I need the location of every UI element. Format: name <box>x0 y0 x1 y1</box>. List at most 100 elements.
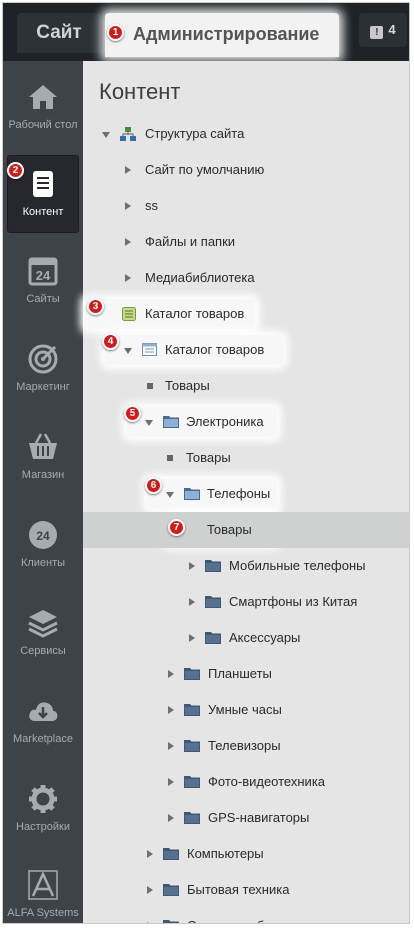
iblock-icon <box>142 343 157 356</box>
tree-item-computers[interactable]: Компьютеры <box>83 836 409 872</box>
top-bar: Сайт Администрирование ! 4 <box>3 3 409 61</box>
annotation-badge-4: 4 <box>102 333 119 350</box>
tree-item-gps[interactable]: GPS-навигаторы <box>83 800 409 836</box>
tree-item-appliances[interactable]: Бытовая техника <box>83 872 409 908</box>
home-icon <box>29 85 57 109</box>
expand-arrow-icon[interactable] <box>168 742 174 750</box>
sidebar-item-label: Контент <box>22 206 64 218</box>
annotation-badge-6: 6 <box>145 477 162 494</box>
annotation-badge-7: 7 <box>168 519 185 536</box>
tab-site[interactable]: Сайт <box>17 13 101 53</box>
notification-icon: ! <box>370 26 384 39</box>
collapse-arrow-icon[interactable] <box>145 420 153 426</box>
tree-item-photo-video[interactable]: Фото-видеотехника <box>83 764 409 800</box>
tree-item-label: Одежда и обувь <box>187 908 284 923</box>
tree-item-catalog-iblock[interactable]: Каталог товаров <box>83 332 409 368</box>
tree-item-products-selected[interactable]: Товары <box>83 512 409 548</box>
sidebar-item-desktop[interactable]: Рабочий стол <box>7 69 79 147</box>
tree-item-label: Товары <box>165 378 210 393</box>
folder-icon <box>163 848 179 860</box>
tree-item-smart-watches[interactable]: Умные часы <box>83 692 409 728</box>
sidebar-item-alfa[interactable]: ALFA Systems <box>7 857 79 923</box>
folder-icon <box>184 776 200 788</box>
layers-icon <box>28 610 58 638</box>
collapse-arrow-icon[interactable] <box>102 132 110 138</box>
document-icon <box>33 171 53 197</box>
tree-item-label: Медиабиблиотека <box>145 270 255 285</box>
tab-administration[interactable]: Администрирование <box>105 13 339 57</box>
tree-item-medialibrary[interactable]: Медиабиблиотека <box>83 260 409 296</box>
sidebar-item-label: Маркетинг <box>16 381 70 393</box>
expand-arrow-icon[interactable] <box>125 238 131 246</box>
notifications-button[interactable]: ! 4 <box>359 13 407 47</box>
sidebar-item-services[interactable]: Сервисы <box>7 595 79 673</box>
tree-item-label: Структура сайта <box>145 126 245 141</box>
expand-arrow-icon[interactable] <box>125 202 131 210</box>
sidebar-item-label: Marketplace <box>13 733 73 745</box>
sidebar-item-label: ALFA Systems <box>7 907 79 919</box>
expand-arrow-icon[interactable] <box>147 850 153 858</box>
expand-arrow-icon[interactable] <box>189 634 195 642</box>
collapse-arrow-icon[interactable] <box>124 348 132 354</box>
tree-item-label: Телефоны <box>207 486 271 501</box>
expand-arrow-icon[interactable] <box>168 814 174 822</box>
folder-icon <box>184 812 200 824</box>
svg-text:24: 24 <box>36 268 51 283</box>
sidebar-item-sites[interactable]: 24 Сайты <box>7 243 79 321</box>
tree-item-label: Умные часы <box>208 702 282 717</box>
tree-item-label: Мобильные телефоны <box>229 558 366 573</box>
target-icon <box>28 344 58 374</box>
tree-item-label: Товары <box>207 522 252 537</box>
tree-item-label: Бытовая техника <box>187 882 290 897</box>
sidebar-item-marketplace[interactable]: Marketplace <box>7 683 79 761</box>
tree-item-ss[interactable]: ss <box>83 188 409 224</box>
tree-item-label: Фото-видеотехника <box>208 774 326 789</box>
sidebar-item-clients[interactable]: 24 Клиенты <box>7 507 79 585</box>
expand-arrow-icon[interactable] <box>168 670 174 678</box>
tree-item-mobile-phones[interactable]: Мобильные телефоны <box>83 548 409 584</box>
annotation-badge-1: 1 <box>107 24 124 41</box>
collapse-arrow-icon[interactable] <box>166 492 174 498</box>
tree-item-clothing[interactable]: Одежда и обувь <box>83 908 409 923</box>
notifications-count: 4 <box>388 22 396 37</box>
tree-item-phones[interactable]: Телефоны <box>83 476 409 512</box>
tree-item-tablets[interactable]: Планшеты <box>83 656 409 692</box>
sidebar-item-label: Сайты <box>26 293 60 305</box>
site-structure-icon <box>120 127 136 141</box>
sidebar: Рабочий стол Контент 24 Сайты Маркетинг … <box>3 61 83 923</box>
expand-arrow-icon[interactable] <box>168 778 174 786</box>
sidebar-item-shop[interactable]: Магазин <box>7 419 79 497</box>
expand-arrow-icon[interactable] <box>125 274 131 282</box>
expand-arrow-icon[interactable] <box>189 598 195 606</box>
annotation-badge-3: 3 <box>87 298 104 315</box>
expand-arrow-icon[interactable] <box>168 706 174 714</box>
folder-icon <box>163 920 179 923</box>
tree-item-label: ss <box>145 198 158 213</box>
folder-icon <box>205 560 221 572</box>
tree-item-label: Смартфоны из Китая <box>229 594 358 609</box>
content-panel: Контент Структура сайта Сайт по умолчани… <box>83 61 409 923</box>
tree-item-site-structure[interactable]: Структура сайта <box>83 116 409 152</box>
expand-arrow-icon[interactable] <box>147 922 153 923</box>
tree-item-label: Файлы и папки <box>145 234 236 249</box>
folder-icon <box>184 488 200 500</box>
expand-arrow-icon[interactable] <box>189 562 195 570</box>
tree-item-label: Планшеты <box>208 666 272 681</box>
expand-arrow-icon[interactable] <box>147 886 153 894</box>
tree-item-tv[interactable]: Телевизоры <box>83 728 409 764</box>
tree-item-products[interactable]: Товары <box>83 440 409 476</box>
tree-item-smartphones-china[interactable]: Смартфоны из Китая <box>83 584 409 620</box>
tree-item-default-site[interactable]: Сайт по умолчанию <box>83 152 409 188</box>
tree-item-accessories[interactable]: Аксессуары <box>83 620 409 656</box>
tree-item-catalog-type[interactable]: Каталог товаров <box>83 296 409 332</box>
tree-item-label: Каталог товаров <box>165 342 265 357</box>
tree-item-files[interactable]: Файлы и папки <box>83 224 409 260</box>
folder-icon <box>184 740 200 752</box>
sidebar-item-settings[interactable]: Настройки <box>7 771 79 849</box>
folder-icon <box>205 596 221 608</box>
tree-item-products[interactable]: Товары <box>83 368 409 404</box>
tree-item-label: Телевизоры <box>208 738 281 753</box>
tree-item-label: Аксессуары <box>229 630 301 645</box>
sidebar-item-marketing[interactable]: Маркетинг <box>7 331 79 409</box>
expand-arrow-icon[interactable] <box>125 166 131 174</box>
